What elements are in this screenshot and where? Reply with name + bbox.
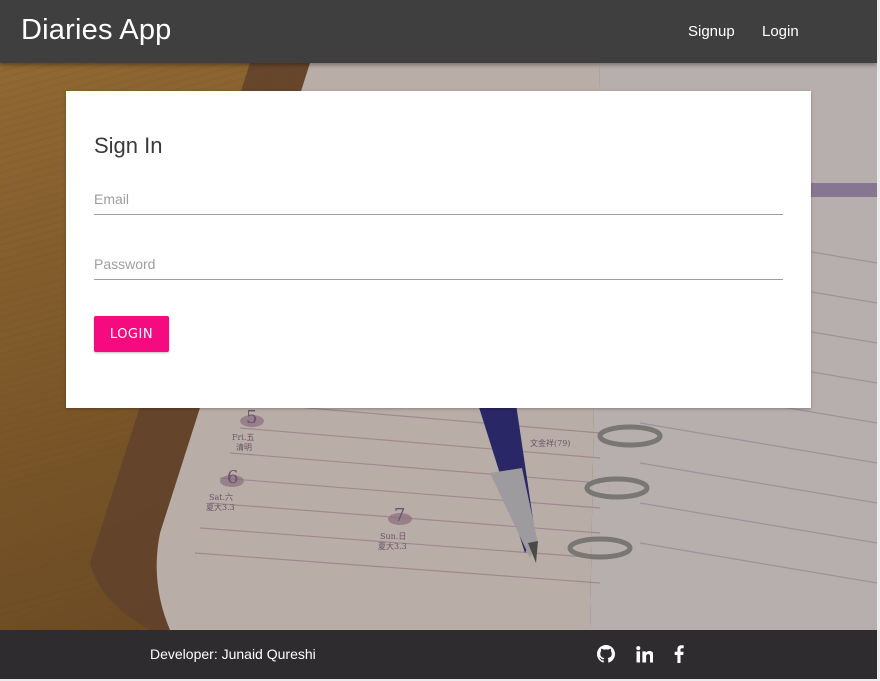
navbar: Diaries App Signup Login [0,0,877,63]
developer-credit: Developer: Junaid Qureshi [150,646,316,662]
nav-signup-link[interactable]: Signup [688,23,735,40]
login-button[interactable]: LOGIN [94,316,169,352]
password-field[interactable] [94,236,783,280]
signin-title: Sign In [94,133,163,158]
email-field[interactable] [94,171,783,215]
footer: Developer: Junaid Qureshi [0,630,877,679]
github-icon[interactable] [595,643,617,665]
nav-login-link[interactable]: Login [762,23,799,40]
facebook-icon[interactable] [668,643,690,665]
brand-title[interactable]: Diaries App [21,14,172,47]
signin-card: Sign In LOGIN [66,91,811,408]
linkedin-icon[interactable] [633,643,655,665]
